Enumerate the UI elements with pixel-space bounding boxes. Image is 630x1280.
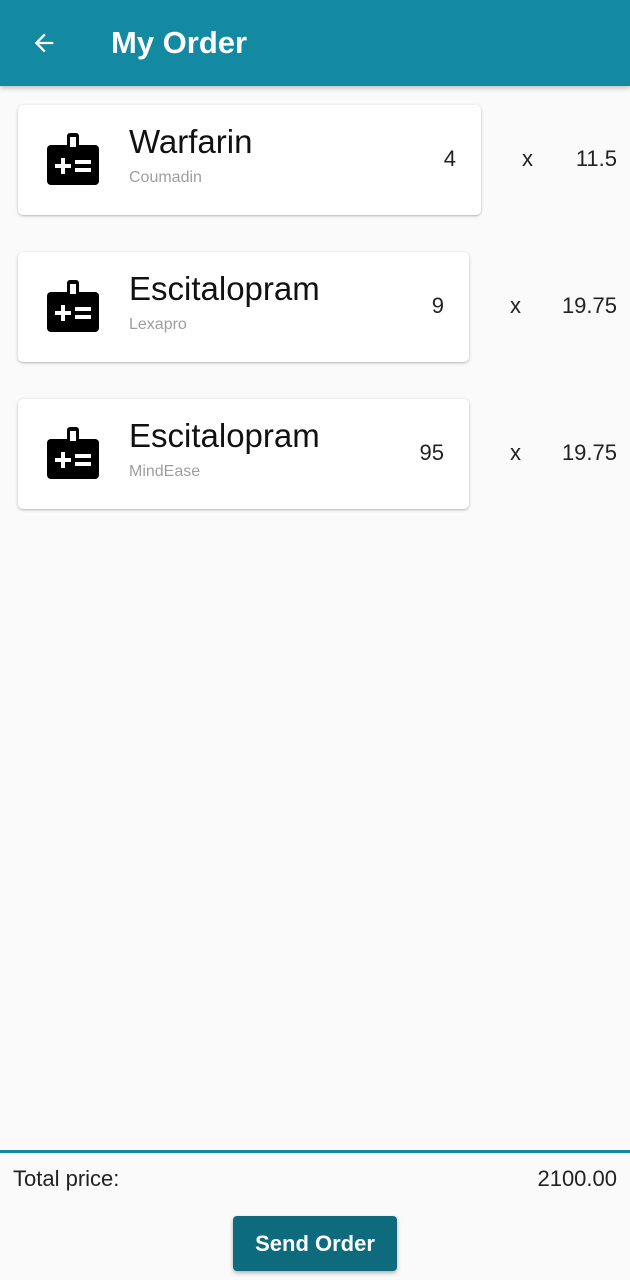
- app-bar: My Order: [0, 0, 630, 86]
- medical-kit-icon: [47, 427, 99, 479]
- send-order-button[interactable]: Send Order: [233, 1216, 397, 1271]
- item-price: 19.75: [561, 293, 617, 318]
- order-item[interactable]: Warfarin Coumadin 4 x 11.5: [0, 105, 630, 215]
- item-quantity: 4: [443, 146, 456, 171]
- total-price-value: 2100.00: [537, 1166, 617, 1191]
- order-item[interactable]: Escitalopram MindEase 95 x 19.75: [0, 399, 630, 509]
- medical-kit-icon: [47, 133, 99, 185]
- medicine-brand: Coumadin: [129, 169, 202, 186]
- back-button[interactable]: [22, 21, 66, 65]
- page-title: My Order: [111, 25, 248, 60]
- item-price: 11.5: [575, 146, 617, 171]
- item-quantity: 95: [419, 440, 444, 465]
- arrow-back-icon: [34, 33, 54, 53]
- order-item-card[interactable]: Escitalopram MindEase 95: [18, 399, 469, 509]
- total-price-label: Total price:: [13, 1166, 120, 1191]
- multiply-sign: x: [510, 440, 521, 465]
- medicine-name: Escitalopram: [129, 417, 320, 454]
- item-price: 19.75: [561, 440, 617, 465]
- medical-kit-icon: [47, 280, 99, 332]
- order-item[interactable]: Escitalopram Lexapro 9 x 19.75: [0, 252, 630, 362]
- item-quantity: 9: [431, 293, 444, 318]
- medicine-name: Escitalopram: [129, 270, 320, 307]
- medicine-brand: MindEase: [129, 463, 201, 480]
- multiply-sign: x: [522, 146, 533, 171]
- medicine-brand: Lexapro: [129, 316, 187, 333]
- footer-divider: [0, 1150, 630, 1153]
- multiply-sign: x: [510, 293, 521, 318]
- order-item-card[interactable]: Escitalopram Lexapro 9: [18, 252, 469, 362]
- medicine-name: Warfarin: [129, 123, 253, 160]
- order-item-card[interactable]: Warfarin Coumadin 4: [18, 105, 481, 215]
